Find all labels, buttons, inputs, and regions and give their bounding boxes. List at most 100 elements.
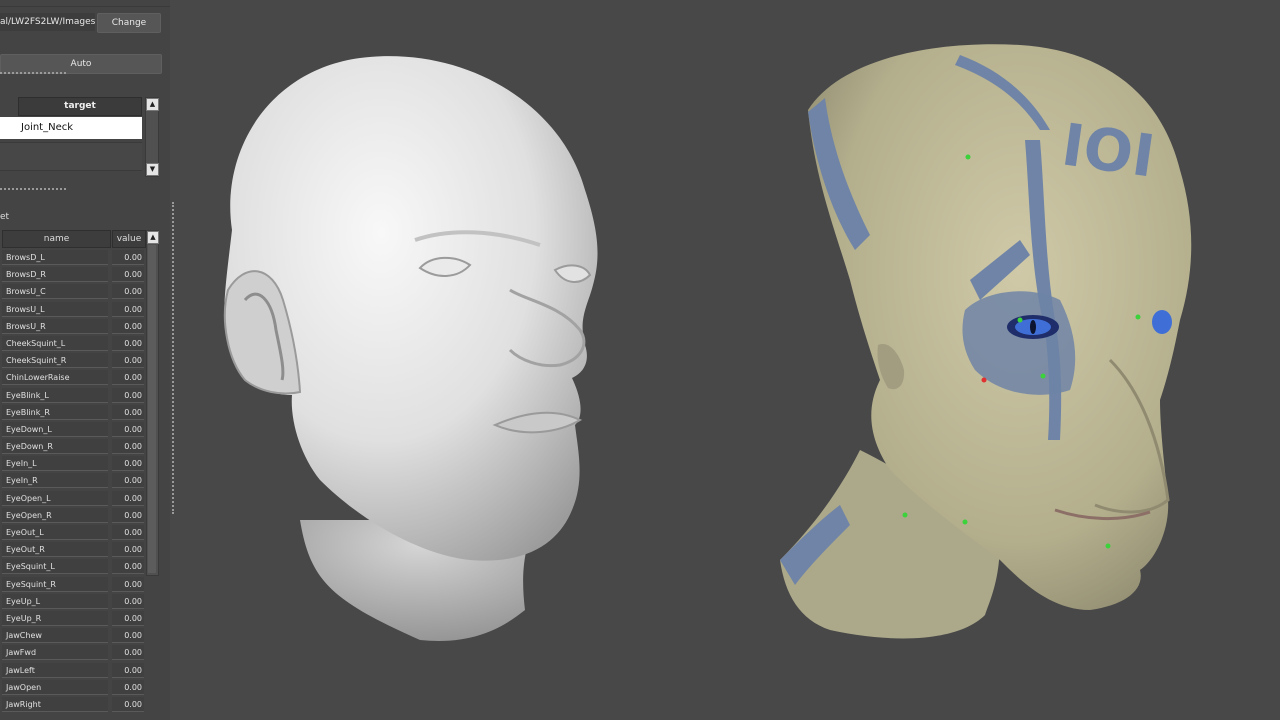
morph-name-cell[interactable]: BrowsU_L [2, 301, 108, 317]
morph-value-cell[interactable]: 0.00 [112, 267, 144, 283]
morph-row[interactable]: ChinLowerRaise 0.00 [2, 369, 144, 386]
morph-name-cell[interactable]: CheekSquint_R [2, 353, 108, 369]
morph-value-cell[interactable]: 0.00 [112, 370, 144, 386]
scroll-down-arrow-icon[interactable]: ▼ [146, 163, 159, 176]
morph-name-cell[interactable]: EyeBlink_L [2, 387, 108, 403]
morph-value-cell[interactable]: 0.00 [112, 645, 144, 661]
name-column-header[interactable]: name [2, 230, 111, 248]
morph-row[interactable]: EyeOut_L 0.00 [2, 524, 144, 541]
morph-value-cell[interactable]: 0.00 [112, 610, 144, 626]
morph-row[interactable]: JawChew 0.00 [2, 627, 144, 644]
morph-name-cell[interactable]: BrowsD_L [2, 250, 108, 265]
morph-name-cell[interactable]: JawOpen [2, 679, 108, 695]
morph-name-cell[interactable]: EyeBlink_R [2, 404, 108, 420]
morph-value-cell[interactable]: 0.00 [112, 490, 144, 506]
morph-name-cell[interactable]: BrowsU_R [2, 318, 108, 334]
morph-row[interactable]: BrowsU_L 0.00 [2, 301, 144, 318]
morph-row[interactable]: EyeSquint_R 0.00 [2, 576, 144, 593]
morph-row[interactable]: EyeOpen_L 0.00 [2, 490, 144, 507]
morph-name-cell[interactable]: EyeDown_R [2, 439, 108, 455]
morph-row[interactable]: JawRight 0.00 [2, 696, 144, 713]
morph-name-cell[interactable]: BrowsU_C [2, 284, 108, 300]
morph-row[interactable]: JawFwd 0.00 [2, 644, 144, 661]
morph-name-cell[interactable]: BrowsD_R [2, 267, 108, 283]
morph-row[interactable]: EyeDown_L 0.00 [2, 421, 144, 438]
tracking-marker [965, 154, 971, 160]
morph-value-cell[interactable]: 0.00 [112, 576, 144, 592]
morph-row[interactable]: EyeUp_R 0.00 [2, 610, 144, 627]
morph-value-cell[interactable]: 0.00 [112, 250, 144, 265]
neutral-head-model[interactable] [223, 56, 598, 641]
morph-value-cell[interactable]: 0.00 [112, 284, 144, 300]
target-scrollbar[interactable]: ▲ ▼ [145, 97, 159, 177]
morph-name-cell[interactable]: EyeOpen_L [2, 490, 108, 506]
scroll-up-arrow-icon[interactable]: ▲ [146, 98, 159, 111]
morph-value-cell[interactable]: 0.00 [112, 628, 144, 644]
morph-value-cell[interactable]: 0.00 [112, 525, 144, 540]
value-column-header[interactable]: value [112, 230, 146, 248]
morph-value-cell[interactable]: 0.00 [112, 473, 144, 489]
morph-row[interactable]: EyeOpen_R 0.00 [2, 507, 144, 524]
morph-value-cell[interactable]: 0.00 [112, 353, 144, 369]
morph-row[interactable]: BrowsU_C 0.00 [2, 283, 144, 300]
morph-name-cell[interactable]: EyeSquint_R [2, 576, 108, 592]
morph-value-cell[interactable]: 0.00 [112, 696, 144, 712]
morph-name-cell[interactable]: EyeSquint_L [2, 559, 108, 575]
morph-name-cell[interactable]: JawLeft [2, 662, 108, 678]
morph-row[interactable]: CheekSquint_L 0.00 [2, 335, 144, 352]
morph-row[interactable]: EyeBlink_R 0.00 [2, 404, 144, 421]
morph-value-cell[interactable]: 0.00 [112, 559, 144, 575]
target-cell-value: Joint_Neck [21, 122, 74, 133]
scroll-thumb[interactable] [148, 245, 156, 573]
3d-viewport[interactable]: IOI [174, 0, 1280, 720]
morph-name-cell[interactable]: JawFwd [2, 645, 108, 661]
morph-row[interactable]: EyeBlink_L 0.00 [2, 387, 144, 404]
morph-name-cell[interactable]: EyeOpen_R [2, 507, 108, 523]
morph-value-cell[interactable]: 0.00 [112, 404, 144, 420]
morph-value-cell[interactable]: 0.00 [112, 679, 144, 695]
morph-row[interactable]: EyeDown_R 0.00 [2, 438, 144, 455]
morph-value-cell[interactable]: 0.00 [112, 456, 144, 472]
morph-name-cell[interactable]: JawRight [2, 696, 108, 712]
morph-name-cell[interactable]: EyeDown_L [2, 421, 108, 437]
morph-name-cell[interactable]: CheekSquint_L [2, 335, 108, 351]
morph-row[interactable]: EyeOut_R 0.00 [2, 541, 144, 558]
morph-row[interactable]: CheekSquint_R 0.00 [2, 352, 144, 369]
morph-row[interactable]: EyeIn_L 0.00 [2, 455, 144, 472]
morph-value-cell[interactable]: 0.00 [112, 301, 144, 317]
morph-row[interactable]: JawLeft 0.00 [2, 662, 144, 679]
morph-row[interactable]: BrowsD_R 0.00 [2, 266, 144, 283]
morph-value-cell[interactable]: 0.00 [112, 439, 144, 455]
morph-row[interactable]: BrowsD_L 0.00 [2, 249, 144, 266]
morph-row[interactable]: JawOpen 0.00 [2, 679, 144, 696]
target-empty-row[interactable] [0, 142, 142, 171]
morph-name-cell[interactable]: EyeOut_R [2, 542, 108, 558]
morph-row[interactable]: EyeIn_R 0.00 [2, 472, 144, 489]
morph-scrollbar[interactable]: ▲ [146, 230, 159, 576]
morph-name-cell[interactable]: EyeIn_L [2, 456, 108, 472]
auto-button[interactable]: Auto [0, 54, 162, 74]
morph-row[interactable]: BrowsU_R 0.00 [2, 318, 144, 335]
morph-value-cell[interactable]: 0.00 [112, 421, 144, 437]
alien-head-model[interactable]: IOI [780, 44, 1192, 639]
change-button[interactable]: Change [97, 13, 161, 33]
morph-value-cell[interactable]: 0.00 [112, 662, 144, 678]
morph-value-cell[interactable]: 0.00 [112, 507, 144, 523]
morph-value-cell[interactable]: 0.00 [112, 318, 144, 334]
image-path-field[interactable]: al/LW2FS2LW/Images [0, 13, 95, 31]
morph-name-cell[interactable]: EyeUp_R [2, 610, 108, 626]
morph-value-cell[interactable]: 0.00 [112, 335, 144, 351]
target-column-header[interactable]: target [18, 97, 142, 116]
morph-name-cell[interactable]: EyeOut_L [2, 525, 108, 540]
morph-row[interactable]: EyeUp_L 0.00 [2, 593, 144, 610]
morph-value-cell[interactable]: 0.00 [112, 387, 144, 403]
morph-value-cell[interactable]: 0.00 [112, 542, 144, 558]
morph-value-cell[interactable]: 0.00 [112, 593, 144, 609]
morph-row[interactable]: EyeSquint_L 0.00 [2, 558, 144, 575]
morph-name-cell[interactable]: EyeUp_L [2, 593, 108, 609]
target-selected-row[interactable]: Joint_Neck [0, 117, 142, 139]
morph-name-cell[interactable]: EyeIn_R [2, 473, 108, 489]
morph-name-cell[interactable]: ChinLowerRaise [2, 370, 108, 386]
scroll-up-arrow-icon[interactable]: ▲ [147, 231, 159, 244]
morph-name-cell[interactable]: JawChew [2, 628, 108, 644]
